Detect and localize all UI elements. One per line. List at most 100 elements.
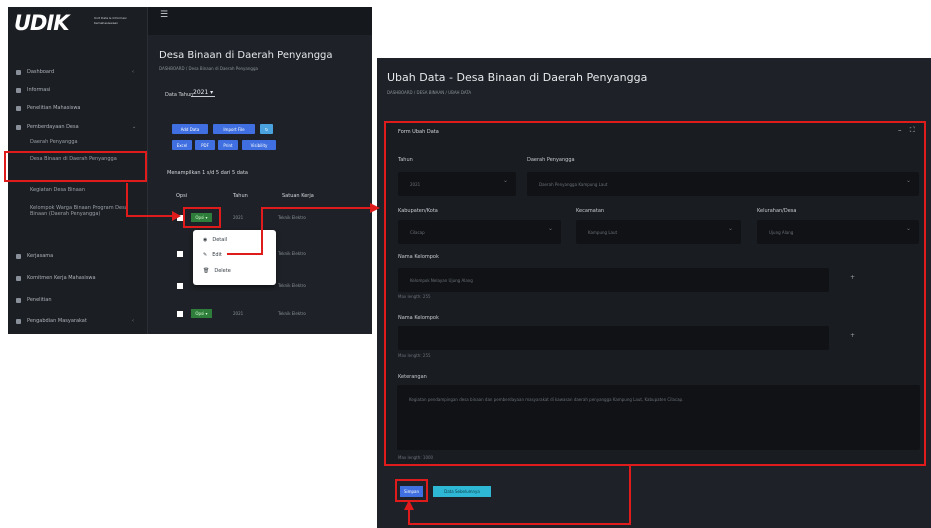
sidebar-item-kerjasama[interactable]: Kerjasama <box>16 250 53 262</box>
sidebar-item-pemberdayaan-desa[interactable]: Pemberdayaan Desa <box>16 121 79 133</box>
document-icon <box>16 275 21 281</box>
showing-count: Menampilkan 1 s/d 5 dari 5 data <box>167 170 248 176</box>
visibility-button[interactable]: Visibility <box>242 140 276 150</box>
chevron-down-icon: ⌄ <box>132 124 137 130</box>
breadcrumb: DASHBOARD / DESA BINAAN / UBAH DATA <box>387 90 472 95</box>
column-header-tahun[interactable]: Tahun <box>233 193 248 199</box>
handshake-icon <box>16 253 21 259</box>
menu-item-edit[interactable]: ✎ Edit <box>203 252 222 258</box>
kelurahan-select[interactable]: Ujung Alang <box>757 220 919 244</box>
year-filter-select[interactable]: 2021 ▾ <box>191 89 216 97</box>
daerah-penyangga-select[interactable]: Daerah Penyangga Kampung Laut <box>527 172 919 196</box>
sidebar-item-label: Informasi <box>27 87 51 93</box>
sidebar-item-label: Penelitian Mahasiswa <box>27 105 81 111</box>
card-tools[interactable]: – ⛶ <box>898 126 918 135</box>
option-button[interactable]: Opsi ▾ <box>191 309 212 318</box>
menu-item-label: Delete <box>214 268 231 274</box>
highlight-box-save <box>395 479 428 502</box>
chevron-left-icon: ‹ <box>132 318 134 324</box>
page-title: Desa Binaan di Daerah Penyangga <box>159 50 333 61</box>
label-tahun: Tahun <box>398 157 413 163</box>
sidebar-item-komitmen[interactable]: Komitmen Kerja Mahasiswa <box>16 272 96 284</box>
cell-year: 2021 <box>233 215 244 220</box>
import-file-button[interactable]: Import File <box>213 124 255 134</box>
label-nama-kelompok-2: Nama Kelompok <box>398 315 439 321</box>
pencil-icon: ✎ <box>203 252 208 258</box>
menu-item-detail[interactable]: ◉ Detail <box>203 237 227 243</box>
row-checkbox[interactable] <box>177 311 183 317</box>
highlight-box-sidebar <box>4 151 147 182</box>
topbar <box>148 7 372 35</box>
hamburger-icon[interactable]: ☰ <box>160 10 168 20</box>
card-title: Form Ubah Data <box>398 129 439 135</box>
menu-item-label: Edit <box>212 252 222 258</box>
sidebar-subitem-daerah-penyangga[interactable]: Daerah Penyangga <box>30 139 128 145</box>
page-title: Ubah Data - Desa Binaan di Daerah Penyan… <box>387 71 648 84</box>
app-logo: UDIK Unit Data & Informasi Kemahasiswaan <box>14 11 134 37</box>
sidebar-item-informasi[interactable]: Informasi <box>16 84 50 96</box>
sidebar-item-penelitian[interactable]: Penelitian <box>16 294 52 306</box>
book-icon <box>16 105 21 111</box>
sidebar-item-label: Pemberdayaan Desa <box>27 124 79 130</box>
row-checkbox[interactable] <box>177 251 183 257</box>
option-dropdown-menu: ◉ Detail ✎ Edit 🗑 Delete <box>193 230 276 285</box>
column-header-opsi[interactable]: Opsi <box>176 193 187 199</box>
cell-unit: Teknik Elektro <box>278 283 306 288</box>
row-checkbox[interactable] <box>177 283 183 289</box>
hint-max-length: Max length: 1000 <box>398 455 434 460</box>
sidebar-item-label: Penelitian <box>27 297 52 303</box>
column-header-satuan-kerja[interactable]: Satuan Kerja <box>282 193 314 199</box>
add-row-button[interactable]: + <box>850 274 855 281</box>
sidebar-item-label: Komitmen Kerja Mahasiswa <box>27 275 96 281</box>
menu-item-delete[interactable]: 🗑 Delete <box>203 268 231 274</box>
hint-max-length: Max length: 255 <box>398 353 431 358</box>
label-kecamatan: Kecamatan <box>576 208 605 214</box>
sidebar-item-penelitian-mahasiswa[interactable]: Penelitian Mahasiswa <box>16 102 80 114</box>
kecamatan-select[interactable]: Kampung Laut <box>576 220 741 244</box>
chevron-left-icon: ‹ <box>132 69 134 75</box>
dashboard-icon <box>16 69 21 75</box>
eye-icon: ◉ <box>203 237 208 243</box>
cell-unit: Teknik Elektro <box>278 215 306 220</box>
logo-tagline: Unit Data & Informasi Kemahasiswaan <box>94 16 127 25</box>
print-button[interactable]: Print <box>218 140 238 150</box>
refresh-icon: ↻ <box>264 126 269 132</box>
nama-kelompok-2-input[interactable] <box>398 326 829 350</box>
label-daerah-penyangga: Daerah Penyangga <box>527 157 575 163</box>
pdf-button[interactable]: PDF <box>195 140 215 150</box>
table-row: Opsi ▾ 2021 Teknik Elektro <box>165 306 364 324</box>
previous-data-button[interactable]: Data Sebelumnya <box>433 486 491 497</box>
info-icon <box>16 87 21 93</box>
home-icon <box>16 124 21 130</box>
cell-year: 2021 <box>233 311 244 316</box>
sidebar-subitem-kegiatan[interactable]: Kegiatan Desa Binaan <box>30 187 128 193</box>
sidebar-item-dashboard[interactable]: Dashboard <box>16 66 54 78</box>
kabupaten-select[interactable]: Cilacap <box>398 220 561 244</box>
logo-text: UDIK <box>14 11 70 35</box>
highlight-box-option <box>183 207 221 228</box>
label-kelurahan: Kelurahan/Desa <box>757 208 797 214</box>
hint-max-length: Max length: 255 <box>398 294 431 299</box>
nama-kelompok-input[interactable]: Kelompok Nelayan Ujung Alang <box>398 268 829 292</box>
flask-icon <box>16 297 21 303</box>
sidebar-item-label: Pengabdian Masyarakat <box>27 318 87 324</box>
menu-item-label: Detail <box>212 237 228 243</box>
export-button[interactable]: ↻ <box>260 124 273 134</box>
excel-button[interactable]: Excel <box>172 140 192 150</box>
cell-unit: Teknik Elektro <box>278 251 306 256</box>
keterangan-textarea[interactable]: Kegiatan pendampingan desa binaan dan pe… <box>397 385 920 450</box>
breadcrumb: DASHBOARD / Desa Binaan di Daerah Penyan… <box>159 66 258 71</box>
label-keterangan: Keterangan <box>398 374 427 380</box>
label-kabupaten: Kabupaten/Kota <box>398 208 438 214</box>
label-nama-kelompok: Nama Kelompok <box>398 254 439 260</box>
cell-unit: Teknik Elektro <box>278 311 306 316</box>
add-row-button[interactable]: + <box>850 332 855 339</box>
sidebar-item-label: Kerjasama <box>27 253 54 259</box>
add-data-button[interactable]: Add Data <box>172 124 208 134</box>
sidebar-item-pengabdian[interactable]: Pengabdian Masyarakat <box>16 315 87 327</box>
sidebar-subitem-kelompok-warga[interactable]: Kelompok Warga Binaan Program Desa Binaa… <box>30 205 128 217</box>
year-filter-label: Data Tahun <box>165 92 194 98</box>
trash-icon: 🗑 <box>203 268 210 274</box>
tahun-select[interactable]: 2021 <box>398 172 516 196</box>
sidebar-item-label: Dashboard <box>27 69 55 75</box>
